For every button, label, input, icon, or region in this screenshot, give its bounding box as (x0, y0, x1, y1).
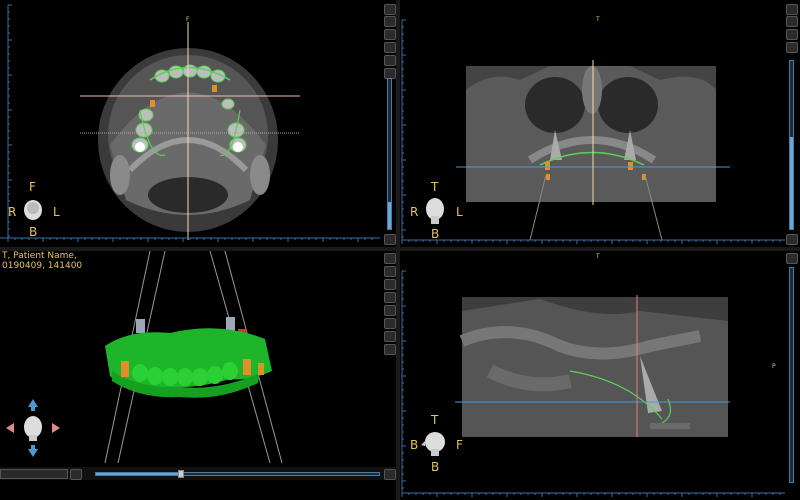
chevron-up-icon[interactable] (786, 4, 798, 15)
chevron-down-icon[interactable] (786, 234, 798, 245)
coronal-left-label: L (456, 205, 463, 219)
chevron-up-icon[interactable] (384, 4, 396, 15)
axial-slice-slider[interactable] (387, 78, 392, 230)
coronal-slider-fill (790, 136, 793, 229)
coronal-top-label: T (431, 180, 439, 194)
model-toolbar (384, 253, 396, 355)
sagittal-back-label: B (410, 438, 419, 452)
coronal-view[interactable]: T T R L B (400, 0, 800, 247)
model-tool-6-button[interactable] (384, 318, 396, 329)
sagittal-slice-slider[interactable] (789, 267, 794, 483)
transparency-slider-thumb[interactable] (177, 470, 184, 478)
sagittal-top-label: T (431, 413, 439, 427)
axial-front-label: F (29, 180, 36, 194)
transparency-slider[interactable] (95, 470, 380, 478)
head-orientation-icon[interactable] (422, 196, 448, 224)
arrow-left-icon (6, 423, 14, 433)
model-tool-1-button[interactable] (384, 253, 396, 264)
model-3d-view[interactable]: T, Patient Name, 0190409, 141400 (0, 251, 396, 467)
patient-id: 0190409, 141400 (2, 261, 83, 271)
head-orientation-icon[interactable] (21, 198, 45, 222)
model-tool-5-button[interactable] (384, 305, 396, 316)
camera-icon[interactable] (70, 469, 82, 480)
chevron-right-icon[interactable] (384, 469, 396, 480)
arrow-down-icon (28, 449, 38, 457)
coronal-top-marker: T (596, 16, 600, 23)
head-orientation-icon (24, 416, 42, 438)
model-tool-3-button[interactable] (384, 279, 396, 290)
model-tool-8-button[interactable] (384, 344, 396, 355)
axial-left-label: L (53, 205, 60, 219)
chevron-down-icon[interactable] (384, 234, 396, 245)
axial-right-label: R (8, 205, 17, 219)
axial-view[interactable]: F F R L B (0, 0, 396, 247)
axial-top-marker: F (186, 16, 190, 23)
sagittal-front-label: F (456, 438, 463, 452)
patient-name: T, Patient Name, (2, 251, 77, 261)
coronal-tool-2-button[interactable] (786, 29, 798, 40)
sagittal-side-marker: P (772, 363, 776, 370)
sagittal-view[interactable]: T P T B F B (400, 251, 800, 500)
coronal-tool-1-button[interactable] (786, 16, 798, 27)
arrow-right-icon (52, 423, 60, 433)
chevron-up-icon[interactable] (786, 253, 798, 264)
coronal-slice-slider[interactable] (789, 60, 794, 230)
axial-slider-fill (388, 202, 391, 229)
model-tool-7-button[interactable] (384, 331, 396, 342)
coronal-toolbar (786, 16, 798, 53)
axial-back-label: B (29, 225, 38, 239)
model-tool-4-button[interactable] (384, 292, 396, 303)
sagittal-bottom-label: B (431, 460, 440, 474)
patient-info: T, Patient Name, 0190409, 141400 (2, 251, 82, 271)
coronal-right-label: R (410, 205, 419, 219)
view-select-dropdown[interactable] (0, 469, 68, 479)
model-tool-2-button[interactable] (384, 266, 396, 277)
transparency-slider-fill (96, 473, 181, 475)
coronal-bottom-label: B (431, 227, 440, 241)
sagittal-top-marker: T (596, 253, 600, 260)
head-orientation-icon[interactable] (420, 429, 448, 457)
sagittal-scan-image (401, 270, 785, 497)
axial-tool-3-button[interactable] (384, 42, 396, 53)
arrow-up-icon (28, 399, 38, 407)
axial-toolbar (384, 16, 396, 79)
orientation-navigator[interactable] (4, 397, 62, 459)
axial-tool-4-button[interactable] (384, 55, 396, 66)
axial-tool-2-button[interactable] (384, 29, 396, 40)
axial-tool-1-button[interactable] (384, 16, 396, 27)
coronal-tool-3-button[interactable] (786, 42, 798, 53)
